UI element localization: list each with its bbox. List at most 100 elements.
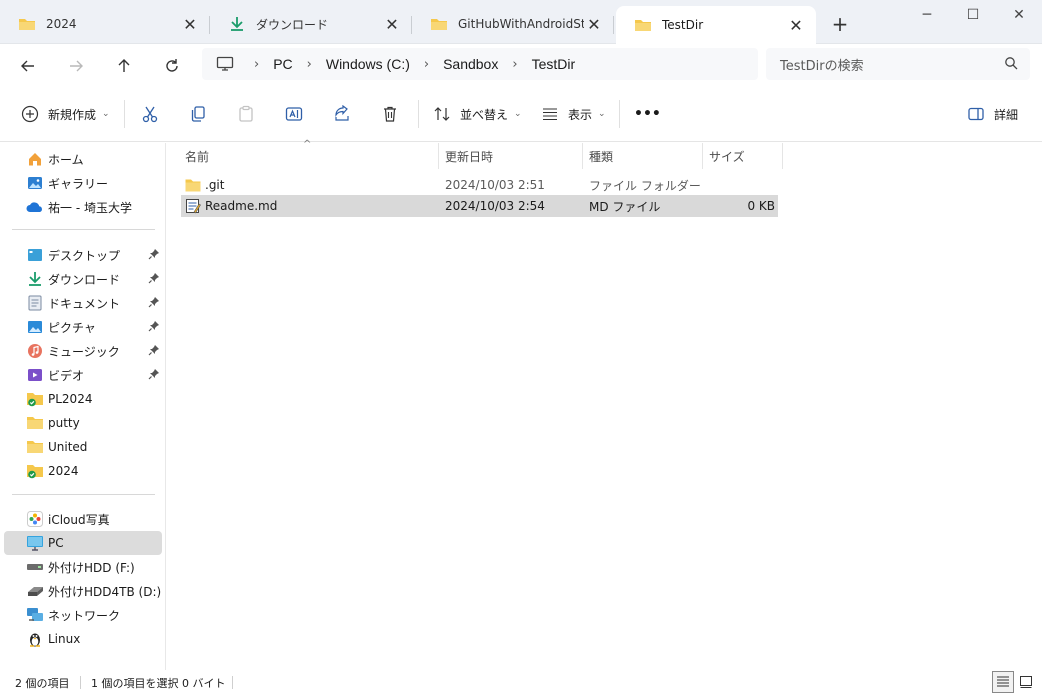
more-options-button[interactable]: ••• [634, 100, 661, 128]
column-header-date[interactable]: 更新日時 [439, 143, 583, 169]
folder-icon [430, 17, 448, 31]
network-icon [26, 607, 44, 623]
item-count: 2 個の項目 [15, 677, 70, 690]
file-size [709, 174, 775, 196]
sync-folder-icon [26, 391, 44, 407]
column-header-label: 種類 [589, 149, 614, 164]
breadcrumb-pc[interactable]: PC [273, 56, 292, 72]
sidebar-item-pl2024[interactable]: PL2024 [4, 387, 162, 411]
file-list: ^ 名前 更新日時 種類 サイズ .git 2024/10/03 2:51 ファ… [167, 139, 1042, 670]
up-button[interactable] [110, 52, 138, 80]
column-header-name[interactable]: 名前 [179, 143, 439, 169]
close-icon[interactable]: ✕ [584, 14, 604, 34]
share-button[interactable] [332, 100, 352, 128]
paste-button[interactable] [236, 100, 256, 128]
sidebar-item-gallery[interactable]: ギャラリー [4, 171, 162, 195]
delete-button[interactable] [380, 100, 400, 128]
maximize-button[interactable]: ☐ [950, 0, 996, 30]
folder-icon [18, 17, 36, 31]
sidebar-item-label: ネットワーク [48, 608, 121, 623]
breadcrumb-windows-c[interactable]: Windows (C:) [326, 56, 410, 72]
sidebar-item-icloud-photos[interactable]: iCloud写真 [4, 507, 162, 531]
divider [80, 676, 81, 689]
sidebar-item-videos[interactable]: ビデオ [4, 363, 162, 387]
tab-2024[interactable]: 2024 ✕ [0, 6, 210, 42]
sidebar-item-label: United [48, 440, 88, 454]
cut-button[interactable] [140, 100, 160, 128]
sidebar-item-putty[interactable]: putty [4, 411, 162, 435]
rename-button[interactable] [284, 100, 304, 128]
sidebar-item-downloads[interactable]: ダウンロード [4, 267, 162, 291]
column-header-type[interactable]: 種類 [583, 143, 703, 169]
sidebar-item-label: デスクトップ [48, 248, 121, 263]
back-button[interactable] [14, 52, 42, 80]
navigation-pane: ホーム ギャラリー 祐一 - 埼玉大学 デスクトップ ダウンロード ドキュメント [0, 143, 166, 670]
chevron-down-icon: ⌄ [598, 109, 606, 119]
pin-icon[interactable] [148, 344, 160, 359]
sidebar-item-network[interactable]: ネットワーク [4, 603, 162, 627]
chevron-right-icon: › [254, 56, 260, 72]
sidebar-item-linux[interactable]: Linux [4, 627, 162, 651]
sidebar-item-onedrive[interactable]: 祐一 - 埼玉大学 [4, 195, 162, 219]
sidebar-item-desktop[interactable]: デスクトップ [4, 243, 162, 267]
trash-icon [380, 104, 400, 124]
tab-testdir[interactable]: TestDir ✕ [616, 6, 816, 44]
selection-info: 1 個の項目を選択 0 バイト [91, 677, 226, 690]
details-view-button[interactable] [992, 671, 1014, 693]
close-icon[interactable]: ✕ [180, 14, 200, 34]
folder-icon [26, 415, 44, 431]
divider [619, 100, 620, 128]
tab-github[interactable]: GitHubWithAndroidStuc ✕ [412, 6, 614, 42]
sidebar-item-home[interactable]: ホーム [4, 147, 162, 171]
view-button[interactable]: 表示 ⌄ [540, 100, 606, 128]
new-button[interactable]: 新規作成 ⌄ [20, 100, 110, 128]
minimize-button[interactable]: ─ [904, 0, 950, 30]
pin-icon[interactable] [148, 272, 160, 287]
close-window-button[interactable]: ✕ [996, 0, 1042, 30]
folder-icon [26, 439, 44, 455]
sidebar-item-hdd-d[interactable]: 外付けHDD4TB (D:) [4, 579, 162, 603]
pictures-icon [26, 319, 44, 335]
sidebar-item-2024[interactable]: 2024 [4, 459, 162, 483]
computer-icon [216, 56, 234, 72]
address-bar[interactable]: › PC › Windows (C:) › Sandbox › TestDir [202, 48, 758, 80]
gallery-icon [26, 175, 44, 191]
sidebar-item-label: ビデオ [48, 368, 85, 383]
chevron-down-icon: ⌄ [514, 109, 522, 119]
close-icon[interactable]: ✕ [382, 14, 402, 34]
new-tab-button[interactable]: + [826, 12, 854, 36]
details-pane-icon [966, 104, 986, 124]
pin-icon[interactable] [148, 296, 160, 311]
pin-icon[interactable] [148, 248, 160, 263]
search-input[interactable]: TestDirの検索 [766, 48, 1030, 80]
pin-icon[interactable] [148, 368, 160, 383]
sidebar-item-documents[interactable]: ドキュメント [4, 291, 162, 315]
forward-button[interactable] [62, 52, 90, 80]
refresh-button[interactable] [158, 52, 186, 80]
breadcrumb-sandbox[interactable]: Sandbox [443, 56, 498, 72]
file-size: 0 KB [747, 199, 775, 213]
sort-button[interactable]: 並べ替え ⌄ [432, 100, 522, 128]
sidebar-item-music[interactable]: ミュージック [4, 339, 162, 363]
breadcrumb-testdir[interactable]: TestDir [532, 56, 576, 72]
table-row[interactable]: Readme.md 2024/10/03 2:54 MD ファイル 0 KB [181, 195, 778, 217]
sidebar-item-pc[interactable]: PC [4, 531, 162, 555]
sidebar-item-label: Linux [48, 632, 81, 646]
tab-downloads[interactable]: ダウンロード ✕ [210, 6, 412, 42]
sidebar-item-pictures[interactable]: ピクチャ [4, 315, 162, 339]
sidebar-item-united[interactable]: United [4, 435, 162, 459]
search-icon [1004, 56, 1018, 74]
details-pane-button[interactable]: 詳細 [966, 100, 1018, 128]
status-bar: 2 個の項目 1 個の項目を選択 0 バイト [0, 670, 1042, 695]
download-icon [228, 17, 246, 31]
tab-label: GitHubWithAndroidStuc [458, 17, 584, 31]
sidebar-item-hdd-f[interactable]: 外付けHDD (F:) [4, 555, 162, 579]
table-row[interactable]: .git 2024/10/03 2:51 ファイル フォルダー [181, 174, 778, 196]
pin-icon[interactable] [148, 320, 160, 335]
column-header-size[interactable]: サイズ [703, 143, 783, 169]
refresh-icon [166, 59, 178, 72]
large-icons-view-button[interactable] [1015, 671, 1037, 693]
close-icon[interactable]: ✕ [786, 15, 806, 35]
copy-button[interactable] [188, 100, 208, 128]
folder-icon [634, 18, 652, 32]
